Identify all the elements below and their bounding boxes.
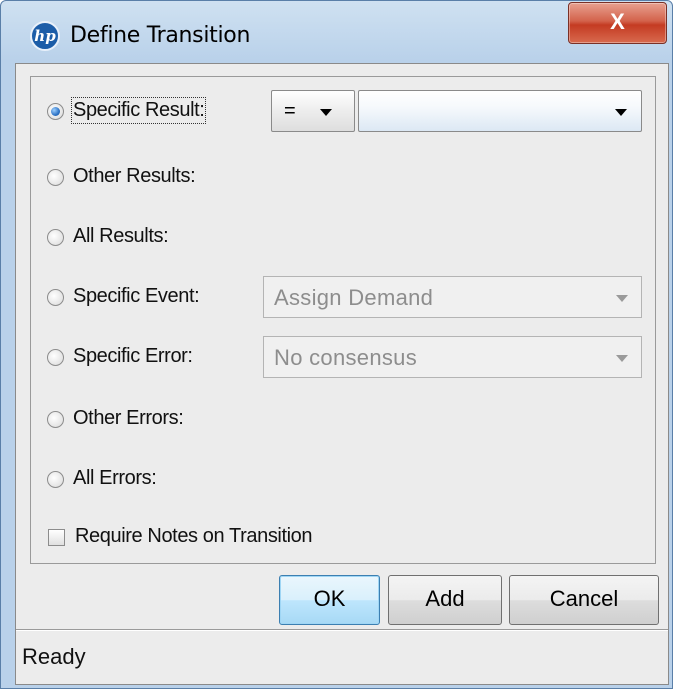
- chevron-down-icon: [616, 295, 628, 302]
- radio-specific-event[interactable]: [47, 289, 64, 306]
- specific-error-dropdown[interactable]: No consensus: [263, 336, 642, 378]
- operator-dropdown[interactable]: =: [271, 90, 355, 132]
- radio-other-errors[interactable]: [47, 411, 64, 428]
- specific-event-dropdown[interactable]: Assign Demand: [263, 276, 642, 318]
- specific-error-value: No consensus: [274, 345, 418, 370]
- close-button[interactable]: X: [568, 2, 667, 44]
- label-require-notes: Require Notes on Transition: [75, 525, 313, 547]
- radio-other-results[interactable]: [47, 169, 64, 186]
- radio-specific-error[interactable]: [47, 349, 64, 366]
- label-all-errors: All Errors:: [73, 467, 157, 489]
- label-other-errors: Other Errors:: [73, 407, 184, 429]
- transition-options-panel: Specific Result: = Other Results: All Re…: [30, 76, 656, 564]
- status-text: Ready: [22, 644, 86, 669]
- label-all-results: All Results:: [73, 225, 169, 247]
- status-bar: Ready: [16, 630, 668, 684]
- close-icon: X: [610, 9, 625, 34]
- radio-all-errors[interactable]: [47, 471, 64, 488]
- title-bar[interactable]: hp Define Transition X: [1, 1, 672, 63]
- chevron-down-icon: [616, 355, 628, 362]
- add-button[interactable]: Add: [388, 575, 502, 625]
- dialog-client-area: Specific Result: = Other Results: All Re…: [15, 63, 669, 685]
- radio-specific-result[interactable]: [47, 103, 64, 120]
- hp-app-icon: hp: [30, 21, 60, 51]
- radio-all-results[interactable]: [47, 229, 64, 246]
- label-specific-result: Specific Result:: [70, 97, 207, 124]
- label-specific-event: Specific Event:: [73, 285, 200, 307]
- require-notes-checkbox[interactable]: [48, 529, 65, 546]
- operator-value: =: [284, 100, 296, 122]
- window-title: Define Transition: [70, 23, 251, 48]
- dialog-window: hp Define Transition X Specific Result: …: [0, 0, 673, 689]
- label-specific-error: Specific Error:: [73, 345, 193, 367]
- ok-button[interactable]: OK: [279, 575, 380, 625]
- cancel-button[interactable]: Cancel: [509, 575, 659, 625]
- specific-event-value: Assign Demand: [274, 285, 434, 310]
- label-other-results: Other Results:: [73, 165, 196, 187]
- chevron-down-icon: [615, 109, 627, 116]
- result-value-dropdown[interactable]: [358, 90, 642, 132]
- chevron-down-icon: [320, 109, 332, 116]
